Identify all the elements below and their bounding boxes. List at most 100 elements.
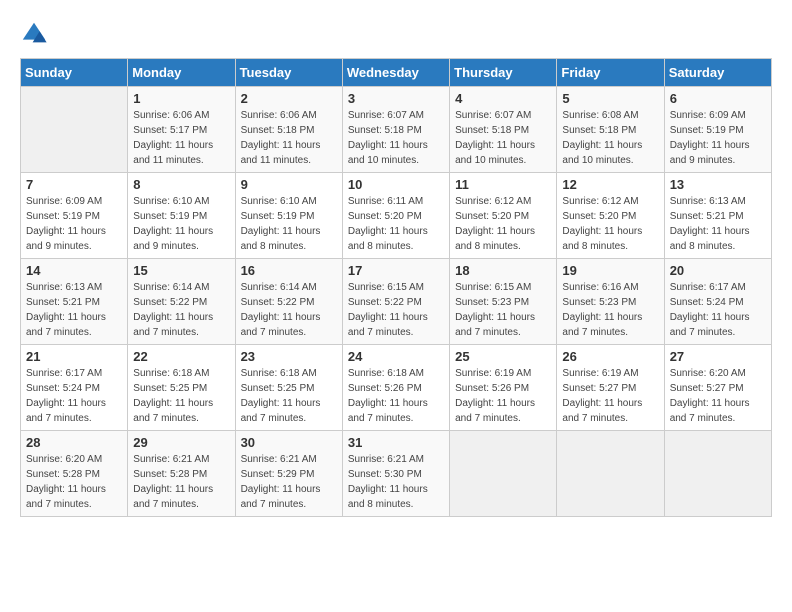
day-info: Sunrise: 6:21 AMSunset: 5:28 PMDaylight:…: [133, 452, 229, 512]
day-number: 21: [26, 349, 122, 364]
day-number: 3: [348, 91, 444, 106]
day-number: 9: [241, 177, 337, 192]
day-number: 18: [455, 263, 551, 278]
weekday-header-saturday: Saturday: [664, 59, 771, 87]
calendar-cell: 27 Sunrise: 6:20 AMSunset: 5:27 PMDaylig…: [664, 345, 771, 431]
day-info: Sunrise: 6:08 AMSunset: 5:18 PMDaylight:…: [562, 108, 658, 168]
day-number: 10: [348, 177, 444, 192]
day-number: 24: [348, 349, 444, 364]
day-number: 17: [348, 263, 444, 278]
calendar-cell: [664, 431, 771, 517]
day-number: 4: [455, 91, 551, 106]
calendar-cell: [557, 431, 664, 517]
day-info: Sunrise: 6:07 AMSunset: 5:18 PMDaylight:…: [348, 108, 444, 168]
day-info: Sunrise: 6:09 AMSunset: 5:19 PMDaylight:…: [26, 194, 122, 254]
calendar-cell: 11 Sunrise: 6:12 AMSunset: 5:20 PMDaylig…: [450, 173, 557, 259]
day-number: 16: [241, 263, 337, 278]
weekday-header-thursday: Thursday: [450, 59, 557, 87]
calendar-cell: 29 Sunrise: 6:21 AMSunset: 5:28 PMDaylig…: [128, 431, 235, 517]
day-info: Sunrise: 6:14 AMSunset: 5:22 PMDaylight:…: [133, 280, 229, 340]
calendar-cell: 14 Sunrise: 6:13 AMSunset: 5:21 PMDaylig…: [21, 259, 128, 345]
day-number: 14: [26, 263, 122, 278]
calendar-cell: 26 Sunrise: 6:19 AMSunset: 5:27 PMDaylig…: [557, 345, 664, 431]
day-info: Sunrise: 6:13 AMSunset: 5:21 PMDaylight:…: [670, 194, 766, 254]
calendar-cell: 28 Sunrise: 6:20 AMSunset: 5:28 PMDaylig…: [21, 431, 128, 517]
week-row-4: 21 Sunrise: 6:17 AMSunset: 5:24 PMDaylig…: [21, 345, 772, 431]
day-number: 1: [133, 91, 229, 106]
day-info: Sunrise: 6:11 AMSunset: 5:20 PMDaylight:…: [348, 194, 444, 254]
weekday-header-monday: Monday: [128, 59, 235, 87]
weekday-header-wednesday: Wednesday: [342, 59, 449, 87]
calendar-cell: 8 Sunrise: 6:10 AMSunset: 5:19 PMDayligh…: [128, 173, 235, 259]
calendar-cell: 23 Sunrise: 6:18 AMSunset: 5:25 PMDaylig…: [235, 345, 342, 431]
day-info: Sunrise: 6:12 AMSunset: 5:20 PMDaylight:…: [455, 194, 551, 254]
day-info: Sunrise: 6:06 AMSunset: 5:17 PMDaylight:…: [133, 108, 229, 168]
day-number: 15: [133, 263, 229, 278]
calendar-cell: 12 Sunrise: 6:12 AMSunset: 5:20 PMDaylig…: [557, 173, 664, 259]
day-info: Sunrise: 6:20 AMSunset: 5:28 PMDaylight:…: [26, 452, 122, 512]
day-info: Sunrise: 6:18 AMSunset: 5:25 PMDaylight:…: [241, 366, 337, 426]
day-number: 13: [670, 177, 766, 192]
day-number: 20: [670, 263, 766, 278]
calendar-cell: [450, 431, 557, 517]
week-row-5: 28 Sunrise: 6:20 AMSunset: 5:28 PMDaylig…: [21, 431, 772, 517]
day-number: 5: [562, 91, 658, 106]
header: [20, 20, 772, 48]
day-info: Sunrise: 6:19 AMSunset: 5:27 PMDaylight:…: [562, 366, 658, 426]
calendar-cell: 30 Sunrise: 6:21 AMSunset: 5:29 PMDaylig…: [235, 431, 342, 517]
day-info: Sunrise: 6:17 AMSunset: 5:24 PMDaylight:…: [670, 280, 766, 340]
day-number: 12: [562, 177, 658, 192]
day-number: 19: [562, 263, 658, 278]
calendar-cell: [21, 87, 128, 173]
week-row-2: 7 Sunrise: 6:09 AMSunset: 5:19 PMDayligh…: [21, 173, 772, 259]
day-info: Sunrise: 6:18 AMSunset: 5:25 PMDaylight:…: [133, 366, 229, 426]
day-number: 31: [348, 435, 444, 450]
calendar-cell: 7 Sunrise: 6:09 AMSunset: 5:19 PMDayligh…: [21, 173, 128, 259]
day-number: 7: [26, 177, 122, 192]
day-number: 28: [26, 435, 122, 450]
day-number: 26: [562, 349, 658, 364]
day-info: Sunrise: 6:09 AMSunset: 5:19 PMDaylight:…: [670, 108, 766, 168]
day-info: Sunrise: 6:16 AMSunset: 5:23 PMDaylight:…: [562, 280, 658, 340]
week-row-1: 1 Sunrise: 6:06 AMSunset: 5:17 PMDayligh…: [21, 87, 772, 173]
calendar-table: SundayMondayTuesdayWednesdayThursdayFrid…: [20, 58, 772, 517]
day-number: 27: [670, 349, 766, 364]
day-info: Sunrise: 6:17 AMSunset: 5:24 PMDaylight:…: [26, 366, 122, 426]
calendar-cell: 1 Sunrise: 6:06 AMSunset: 5:17 PMDayligh…: [128, 87, 235, 173]
day-info: Sunrise: 6:06 AMSunset: 5:18 PMDaylight:…: [241, 108, 337, 168]
day-info: Sunrise: 6:19 AMSunset: 5:26 PMDaylight:…: [455, 366, 551, 426]
logo: [20, 20, 52, 48]
day-info: Sunrise: 6:13 AMSunset: 5:21 PMDaylight:…: [26, 280, 122, 340]
weekday-header-friday: Friday: [557, 59, 664, 87]
calendar-cell: 24 Sunrise: 6:18 AMSunset: 5:26 PMDaylig…: [342, 345, 449, 431]
calendar-cell: 5 Sunrise: 6:08 AMSunset: 5:18 PMDayligh…: [557, 87, 664, 173]
weekday-header-tuesday: Tuesday: [235, 59, 342, 87]
day-info: Sunrise: 6:14 AMSunset: 5:22 PMDaylight:…: [241, 280, 337, 340]
calendar-cell: 2 Sunrise: 6:06 AMSunset: 5:18 PMDayligh…: [235, 87, 342, 173]
calendar-cell: 10 Sunrise: 6:11 AMSunset: 5:20 PMDaylig…: [342, 173, 449, 259]
day-info: Sunrise: 6:21 AMSunset: 5:29 PMDaylight:…: [241, 452, 337, 512]
calendar-cell: 17 Sunrise: 6:15 AMSunset: 5:22 PMDaylig…: [342, 259, 449, 345]
calendar-cell: 25 Sunrise: 6:19 AMSunset: 5:26 PMDaylig…: [450, 345, 557, 431]
day-info: Sunrise: 6:15 AMSunset: 5:23 PMDaylight:…: [455, 280, 551, 340]
day-info: Sunrise: 6:18 AMSunset: 5:26 PMDaylight:…: [348, 366, 444, 426]
calendar-cell: 21 Sunrise: 6:17 AMSunset: 5:24 PMDaylig…: [21, 345, 128, 431]
weekday-header-sunday: Sunday: [21, 59, 128, 87]
calendar-cell: 16 Sunrise: 6:14 AMSunset: 5:22 PMDaylig…: [235, 259, 342, 345]
calendar-cell: 31 Sunrise: 6:21 AMSunset: 5:30 PMDaylig…: [342, 431, 449, 517]
calendar-cell: 4 Sunrise: 6:07 AMSunset: 5:18 PMDayligh…: [450, 87, 557, 173]
calendar-cell: 20 Sunrise: 6:17 AMSunset: 5:24 PMDaylig…: [664, 259, 771, 345]
day-number: 25: [455, 349, 551, 364]
calendar-cell: 13 Sunrise: 6:13 AMSunset: 5:21 PMDaylig…: [664, 173, 771, 259]
day-info: Sunrise: 6:20 AMSunset: 5:27 PMDaylight:…: [670, 366, 766, 426]
day-info: Sunrise: 6:15 AMSunset: 5:22 PMDaylight:…: [348, 280, 444, 340]
day-number: 30: [241, 435, 337, 450]
calendar-cell: 18 Sunrise: 6:15 AMSunset: 5:23 PMDaylig…: [450, 259, 557, 345]
calendar-cell: 9 Sunrise: 6:10 AMSunset: 5:19 PMDayligh…: [235, 173, 342, 259]
calendar-cell: 6 Sunrise: 6:09 AMSunset: 5:19 PMDayligh…: [664, 87, 771, 173]
day-info: Sunrise: 6:21 AMSunset: 5:30 PMDaylight:…: [348, 452, 444, 512]
day-info: Sunrise: 6:07 AMSunset: 5:18 PMDaylight:…: [455, 108, 551, 168]
day-info: Sunrise: 6:12 AMSunset: 5:20 PMDaylight:…: [562, 194, 658, 254]
day-number: 23: [241, 349, 337, 364]
logo-icon: [20, 20, 48, 48]
